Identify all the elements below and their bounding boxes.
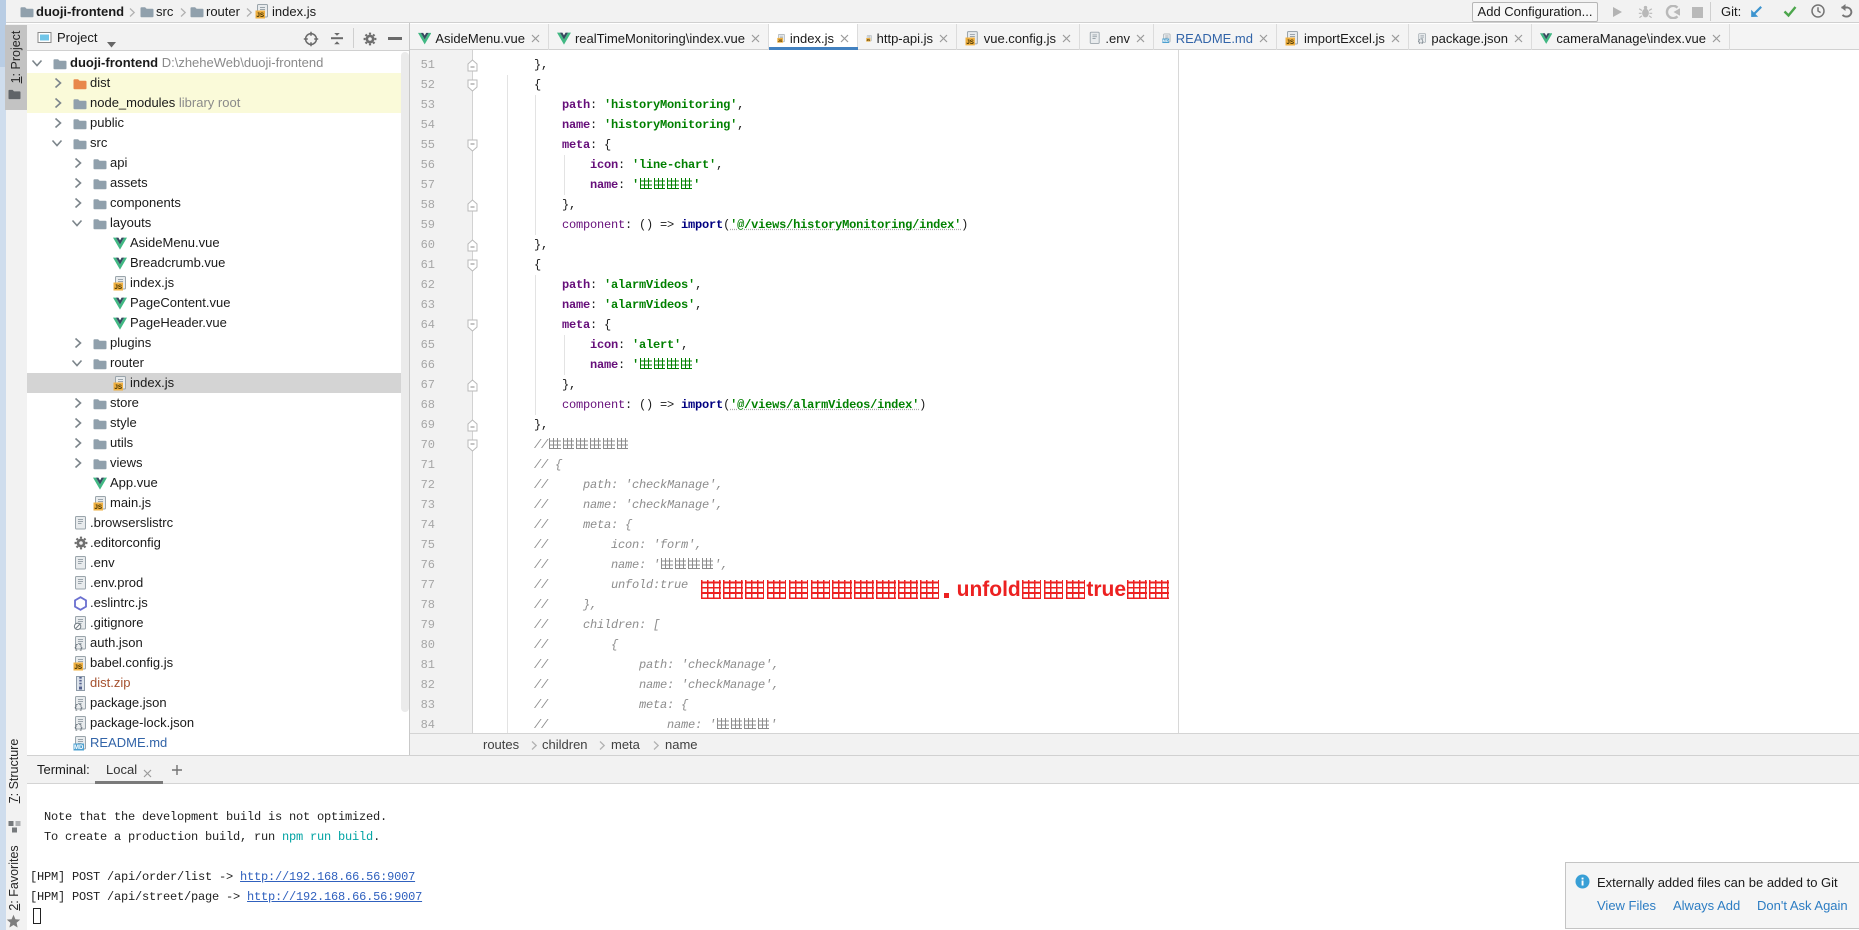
svg-text:JS: JS	[867, 38, 871, 42]
svg-text:MD: MD	[74, 745, 84, 751]
svg-text:JS: JS	[778, 39, 783, 43]
svg-text:{}: {}	[74, 704, 84, 711]
svg-text:MD: MD	[1163, 38, 1169, 43]
svg-text:JS: JS	[1286, 39, 1294, 46]
svg-text:JS: JS	[256, 12, 264, 19]
svg-text:JS: JS	[114, 384, 122, 391]
svg-text:{}: {}	[74, 644, 84, 651]
svg-text:JS: JS	[94, 504, 102, 511]
svg-text:{}: {}	[1417, 38, 1424, 45]
svg-text:JS: JS	[74, 664, 82, 671]
svg-text:{}: {}	[74, 724, 84, 731]
svg-text:JS: JS	[966, 39, 974, 46]
svg-text:JS: JS	[114, 284, 122, 291]
